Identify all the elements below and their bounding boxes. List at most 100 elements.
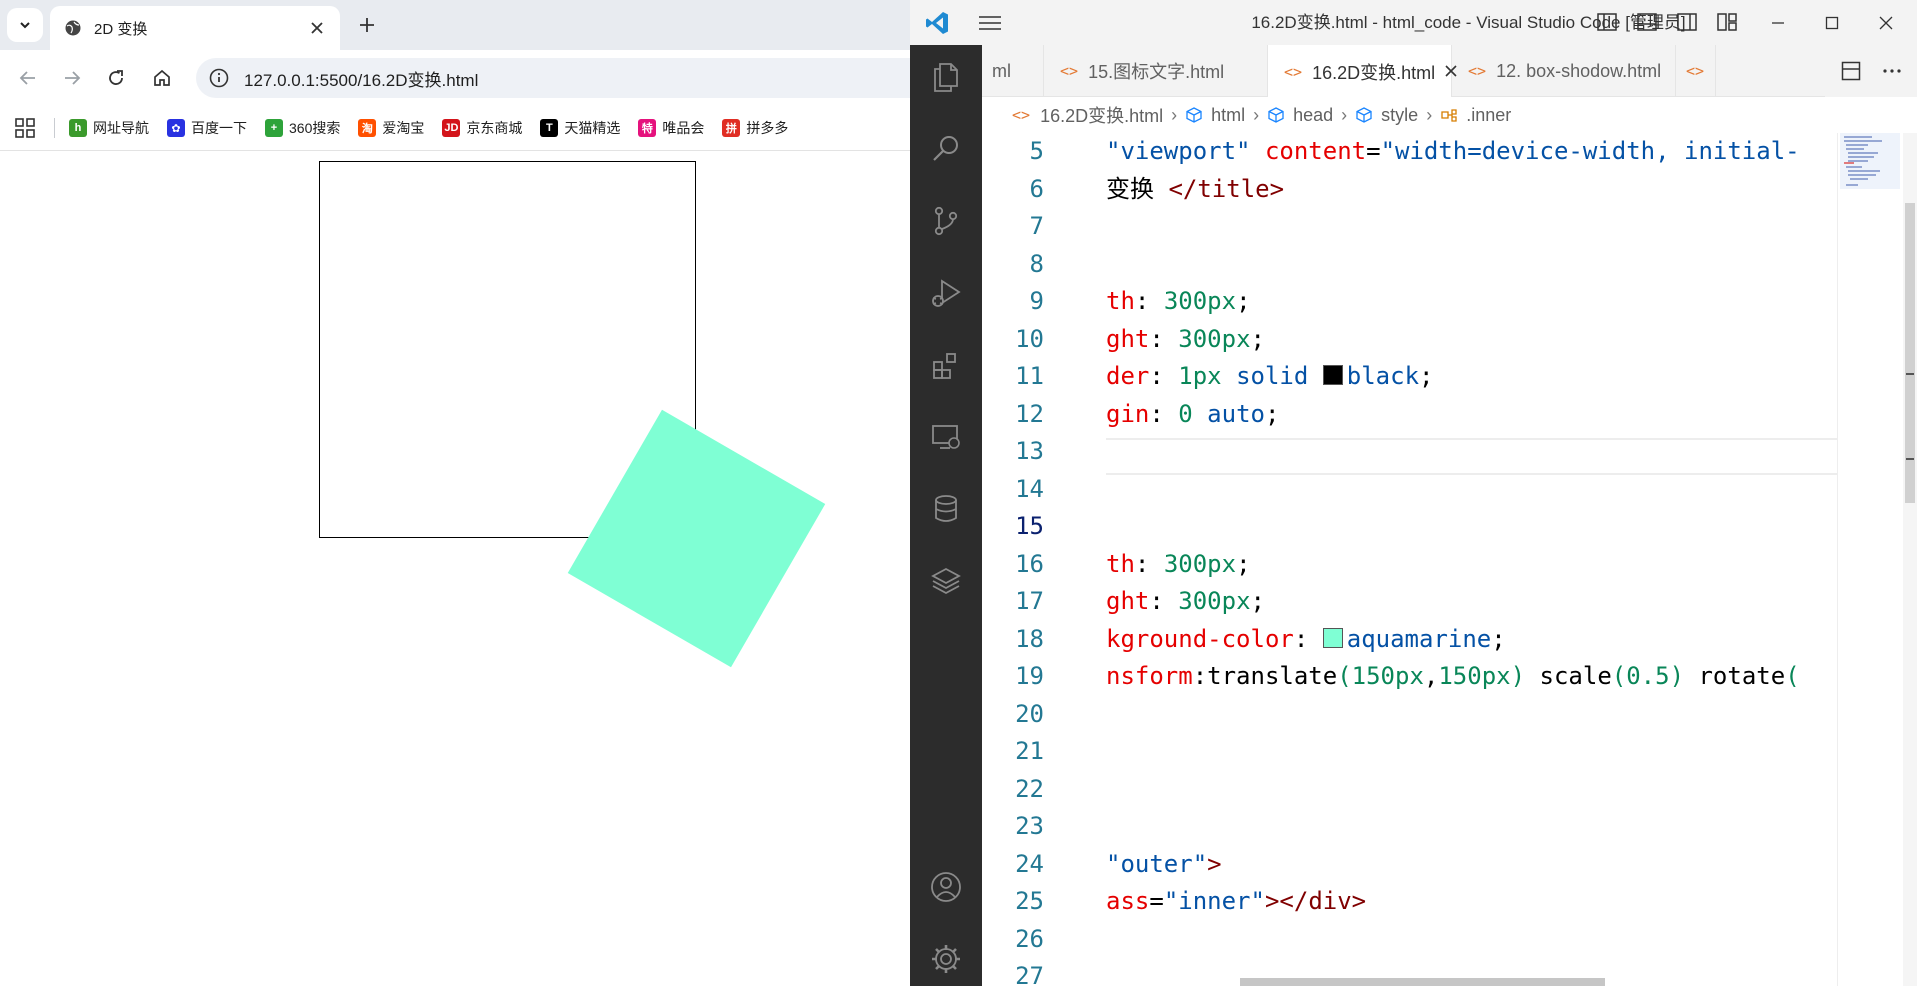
layers-button[interactable] bbox=[928, 563, 964, 599]
reload-icon bbox=[109, 70, 123, 85]
breadcrumb: <> 16.2D变换.html › html › head › style › … bbox=[982, 97, 1917, 133]
browser-window: 2D 变换 127.0.0.1:5500/16.2D变换.html h网址导航 … bbox=[0, 0, 910, 986]
editor-tab-box-shadow[interactable]: <> 12. box-shodow.html bbox=[1452, 45, 1676, 97]
source-control-button[interactable] bbox=[928, 203, 964, 239]
bookmark-item[interactable]: 特唯品会 bbox=[638, 118, 704, 138]
site-info-icon[interactable] bbox=[208, 67, 230, 89]
editor-tab-overflow[interactable]: <> bbox=[1676, 45, 1716, 97]
tab-label: 16.2D变换.html bbox=[1312, 62, 1436, 83]
horizontal-scrollbar-thumb[interactable] bbox=[1240, 978, 1605, 986]
explorer-button[interactable] bbox=[928, 59, 964, 95]
split-editor-icon[interactable] bbox=[1841, 61, 1861, 81]
line-number: 18 bbox=[1015, 624, 1044, 653]
code-token: : bbox=[1149, 324, 1179, 353]
arrow-left-icon bbox=[19, 71, 35, 85]
code-token: solid bbox=[1236, 362, 1309, 390]
editor-tab-partial[interactable]: ml bbox=[982, 45, 1044, 97]
outer-box bbox=[319, 161, 826, 668]
toggle-primary-sidebar-icon[interactable] bbox=[1596, 12, 1618, 32]
bookmark-label: 京东商城 bbox=[466, 120, 523, 136]
database-button[interactable] bbox=[928, 491, 964, 527]
breadcrumb-html[interactable]: › html bbox=[1163, 105, 1245, 126]
html-file-icon: <> bbox=[1012, 106, 1031, 124]
bookmark-item[interactable]: 拼拼多多 bbox=[722, 118, 788, 138]
run-debug-icon bbox=[932, 279, 961, 307]
home-button[interactable] bbox=[146, 62, 178, 94]
back-button[interactable] bbox=[12, 62, 44, 94]
remote-explorer-icon bbox=[932, 425, 960, 449]
bookmark-item[interactable]: ✿ 百度一下 bbox=[167, 118, 247, 138]
code-token: ; bbox=[1491, 624, 1506, 653]
code-token: der bbox=[1106, 362, 1150, 390]
bookmark-item[interactable]: h 网址导航 bbox=[69, 118, 149, 138]
bookmark-item[interactable]: T 天猫精选 bbox=[540, 118, 620, 138]
code-line-16: th: 300px; bbox=[1106, 546, 1251, 584]
editor-tab-2d-transform[interactable]: <> 16.2D变换.html bbox=[1268, 45, 1457, 98]
bookmark-item[interactable]: +360搜索 bbox=[265, 118, 340, 138]
breadcrumb-file[interactable]: <> 16.2D变换.html bbox=[1012, 102, 1163, 128]
search-button[interactable] bbox=[928, 131, 964, 167]
html-file-icon: <> bbox=[1060, 62, 1079, 80]
tab-close-button[interactable] bbox=[306, 17, 328, 39]
breadcrumb-style[interactable]: › style bbox=[1333, 105, 1418, 126]
chevron-down-icon bbox=[20, 22, 30, 29]
line-number: 21 bbox=[1015, 737, 1044, 765]
color-swatch-aquamarine[interactable] bbox=[1322, 627, 1343, 648]
breadcrumb-head[interactable]: › head bbox=[1245, 105, 1333, 126]
more-actions-icon[interactable] bbox=[1881, 61, 1903, 81]
bookmark-item[interactable]: JD 京东商城 bbox=[442, 118, 522, 138]
customize-layout-icon[interactable] bbox=[1716, 12, 1738, 32]
code-line-6: 变换 </title> bbox=[1106, 171, 1284, 209]
toggle-secondary-sidebar-icon[interactable] bbox=[1676, 12, 1698, 32]
bookmark-label: 天猫精选 bbox=[564, 120, 621, 136]
tab-label: 15.图标文字.html bbox=[1088, 62, 1225, 82]
tab-label: 12. box-shodow.html bbox=[1496, 60, 1662, 81]
code-token: ) bbox=[1669, 662, 1685, 690]
code-token: auto bbox=[1207, 399, 1265, 428]
apps-grid-icon[interactable] bbox=[14, 117, 36, 139]
bookmark-label: 唯品会 bbox=[662, 120, 705, 136]
symbol-class-icon bbox=[1441, 109, 1457, 122]
bookmark-item[interactable]: 淘爱淘宝 bbox=[358, 118, 424, 138]
breadcrumb-label: 16.2D变换.html bbox=[1040, 106, 1164, 126]
scroll-marker bbox=[1906, 373, 1914, 375]
run-debug-button[interactable] bbox=[928, 275, 964, 311]
inner-box bbox=[567, 409, 826, 668]
vip-icon: 特 bbox=[638, 119, 657, 137]
manage-button[interactable] bbox=[928, 941, 964, 977]
maximize-button[interactable] bbox=[1812, 8, 1852, 38]
remote-explorer-button[interactable] bbox=[928, 419, 964, 455]
html-file-icon: <> bbox=[1284, 62, 1303, 81]
breadcrumb-label: head bbox=[1293, 104, 1334, 125]
minimize-button[interactable] bbox=[1758, 8, 1798, 38]
forward-button[interactable] bbox=[56, 62, 88, 94]
editor-tab-icon-text[interactable]: <> 15.图标文字.html bbox=[1044, 45, 1268, 97]
taobao-icon: 淘 bbox=[358, 119, 377, 137]
line-number: 7 bbox=[1029, 212, 1044, 240]
close-window-button[interactable] bbox=[1866, 8, 1906, 38]
extensions-button[interactable] bbox=[928, 347, 964, 383]
vertical-scrollbar[interactable] bbox=[1903, 133, 1917, 986]
line-number: 24 bbox=[1015, 849, 1044, 878]
tab-search-button[interactable] bbox=[7, 8, 43, 42]
reload-button[interactable] bbox=[100, 62, 132, 94]
minimap[interactable] bbox=[1837, 133, 1903, 986]
code-token: 300px bbox=[1163, 287, 1237, 315]
code-token: aquamarine bbox=[1346, 624, 1492, 653]
line-number: 26 bbox=[1015, 924, 1044, 953]
line-number-gutter: 5 6 7 8 9 10 11 12 13 14 15 16 17 18 19 20 21 22 23 24 25 26 2… bbox=[982, 133, 1072, 986]
code-token: ght bbox=[1106, 324, 1150, 353]
toggle-panel-icon[interactable] bbox=[1636, 12, 1658, 32]
line-number: 14 bbox=[1015, 474, 1044, 503]
gear-icon bbox=[932, 945, 960, 973]
database-icon bbox=[935, 495, 957, 522]
address-url[interactable]: 127.0.0.1:5500/16.2D变换.html bbox=[244, 66, 478, 91]
breadcrumb-selector[interactable]: › .inner bbox=[1418, 105, 1511, 126]
address-bar[interactable]: 127.0.0.1:5500/16.2D变换.html bbox=[196, 58, 910, 98]
color-swatch-black[interactable] bbox=[1322, 365, 1343, 385]
code-editor[interactable]: "viewport" content="width=device-width, … bbox=[1072, 133, 1837, 986]
browser-tab-active[interactable]: 2D 变换 bbox=[50, 6, 340, 50]
new-tab-button[interactable] bbox=[352, 10, 382, 40]
code-line-25: ass="inner"></div> bbox=[1106, 883, 1366, 921]
accounts-button[interactable] bbox=[928, 869, 964, 905]
